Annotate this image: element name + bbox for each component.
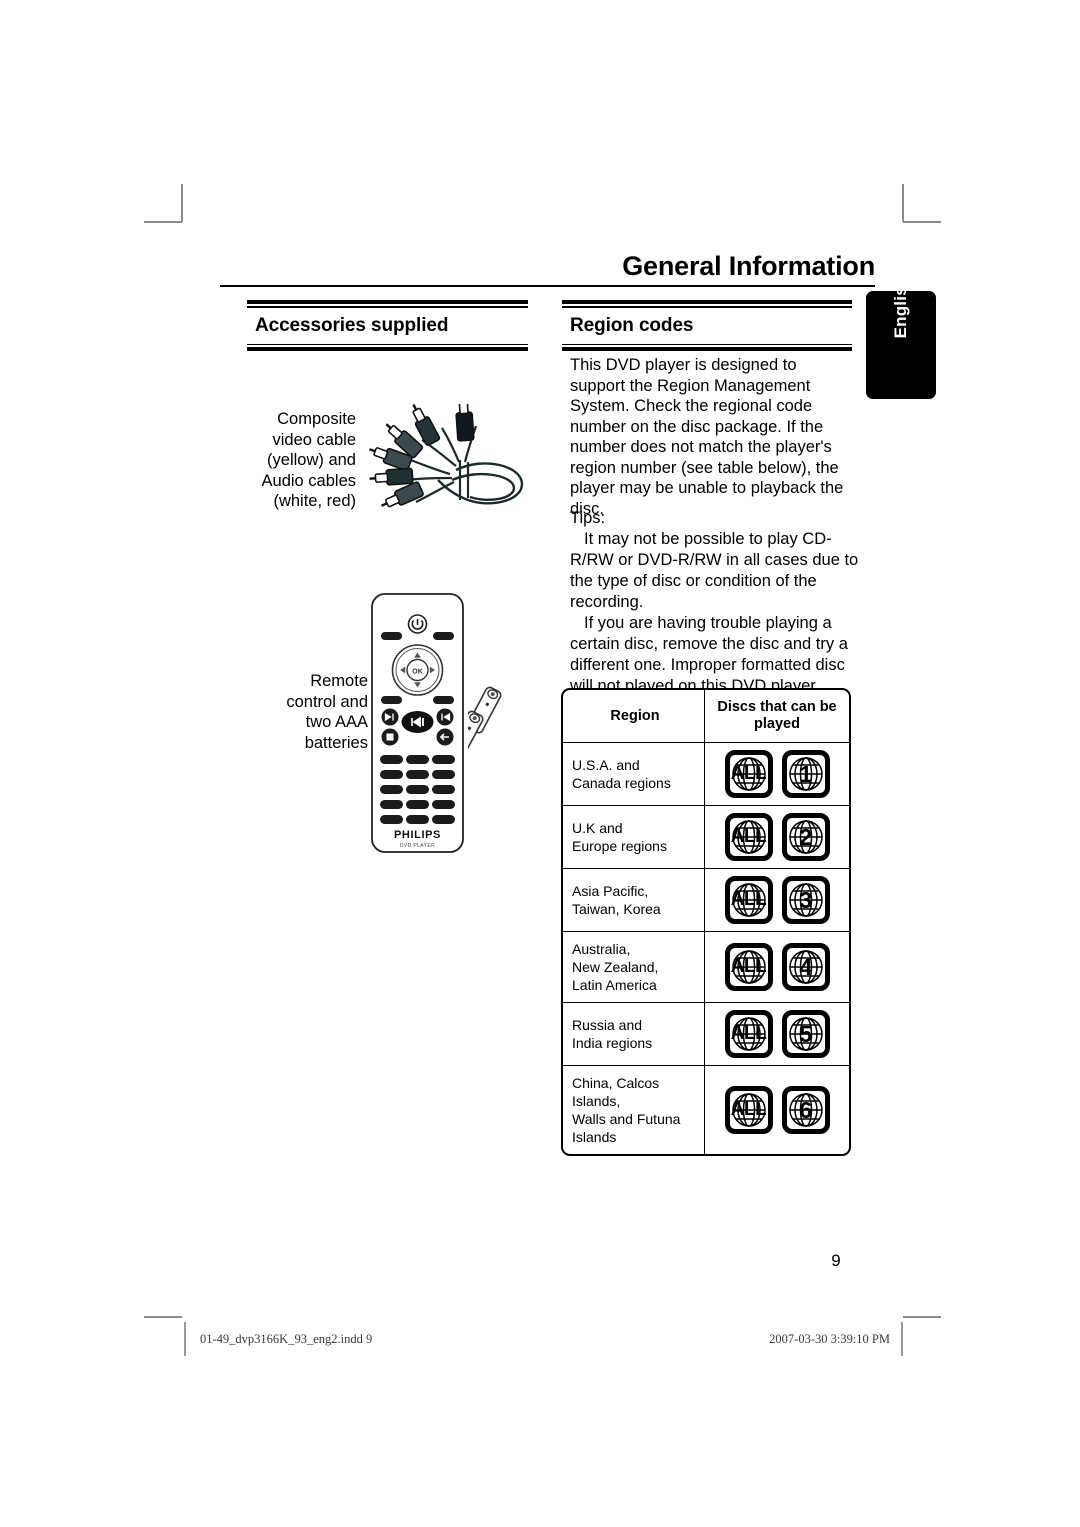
section-heading-region-codes: Region codes: [562, 300, 852, 351]
table-row: U.K and Europe regions ALL 2: [563, 805, 849, 868]
heading-rule-bottom-thick: [247, 347, 528, 351]
region-name: U.K and Europe regions: [572, 820, 667, 854]
region-name: U.S.A. and Canada regions: [572, 757, 671, 791]
region-disc-badges: ALL 6: [704, 1066, 849, 1154]
globe-label: 2: [799, 823, 812, 850]
globe-all-icon: ALL: [724, 750, 773, 798]
globe-all-icon: ALL: [724, 813, 773, 861]
region-disc-badges: ALL 5: [704, 1003, 849, 1065]
table-header-region: Region: [610, 707, 660, 724]
page-title-rule: [220, 285, 875, 287]
region-disc-badges: ALL 1: [704, 743, 849, 805]
globe-all-icon: ALL: [724, 1010, 773, 1058]
tips-block: Tips: It may not be possible to play CD-…: [570, 508, 870, 697]
tip-item: If you are having trouble playing a cert…: [570, 614, 848, 695]
globe-label: ALL: [730, 956, 767, 977]
globe-all-icon: ALL: [724, 1086, 773, 1134]
table-row: Russia and India regions ALL 5: [563, 1002, 849, 1065]
globe-number-icon: 6: [781, 1086, 830, 1134]
globe-label: ALL: [730, 1099, 767, 1120]
globe-number-icon: 3: [781, 876, 830, 924]
table-row: China, Calcos Islands, Walls and Futuna …: [563, 1065, 849, 1154]
table-row: Australia, New Zealand, Latin America AL…: [563, 931, 849, 1002]
accessory-caption-remote: Remote control and two AAA batteries: [286, 672, 368, 752]
aaa-batteries-icon: [449, 684, 532, 764]
globe-label: 1: [799, 760, 812, 787]
globe-label: 5: [799, 1020, 812, 1047]
footer-filename: 01-49_dvp3166K_93_eng2.indd 9: [200, 1332, 373, 1346]
globe-number-icon: 2: [781, 813, 830, 861]
region-disc-badges: ALL 2: [704, 806, 849, 868]
globe-all-icon: ALL: [724, 876, 773, 924]
globe-label: ALL: [730, 889, 767, 910]
page-number: 9: [831, 1251, 841, 1270]
globe-label: ALL: [730, 763, 767, 784]
crop-mark-bottom-right-horizontal: [903, 1316, 941, 1318]
region-name: China, Calcos Islands, Walls and Futuna …: [572, 1075, 681, 1145]
globe-label: 3: [799, 886, 812, 913]
region-codes-table: Region Discs that can be played U.S.A. a…: [561, 688, 851, 1156]
svg-text:DVD PLAYER: DVD PLAYER: [400, 843, 435, 849]
globe-label: ALL: [730, 1023, 767, 1044]
footer-rule-left: [184, 1322, 186, 1356]
footer-rule-right: [901, 1322, 903, 1356]
region-name: Asia Pacific, Taiwan, Korea: [572, 883, 661, 917]
globe-label: 6: [799, 1096, 812, 1123]
region-disc-badges: ALL 4: [704, 932, 849, 1002]
region-intro-paragraph: This DVD player is designed to support t…: [570, 356, 844, 518]
tips-label: Tips:: [570, 509, 606, 527]
crop-mark-top-right-horizontal: [903, 221, 941, 223]
page-title: General Information: [622, 251, 875, 281]
globe-all-icon: ALL: [724, 943, 773, 991]
accessory-caption-cable: Composite video cable (yellow) and Audio…: [261, 410, 356, 510]
tip-item: It may not be possible to play CD-R/RW o…: [570, 530, 859, 611]
table-header-discs: Discs that can be played: [704, 690, 849, 742]
crop-mark-top-right-vertical: [902, 184, 904, 222]
language-tab: English: [866, 276, 936, 399]
svg-text:PHILIPS: PHILIPS: [394, 829, 441, 841]
globe-number-icon: 4: [781, 943, 830, 991]
region-disc-badges: ALL 3: [704, 869, 849, 931]
table-row: U.S.A. and Canada regions ALL 1: [563, 742, 849, 805]
crop-mark-top-left-horizontal: [144, 221, 182, 223]
table-header-row: Region Discs that can be played: [563, 690, 849, 742]
region-name: Australia, New Zealand, Latin America: [572, 941, 659, 993]
svg-text:OK: OK: [412, 669, 423, 676]
globe-label: ALL: [730, 826, 767, 847]
language-tab-label: English: [891, 275, 910, 339]
table-row: Asia Pacific, Taiwan, Korea ALL 3: [563, 868, 849, 931]
accessories-heading-label: Accessories supplied: [255, 314, 449, 336]
globe-label: 4: [799, 953, 812, 980]
remote-control-icon: OK PHILIPS DVD PLAYER: [370, 592, 465, 854]
crop-mark-top-left-vertical: [181, 184, 183, 222]
composite-av-cable-icon: [364, 395, 534, 516]
footer-timestamp: 2007-03-30 3:39:10 PM: [769, 1332, 890, 1346]
globe-number-icon: 1: [781, 750, 830, 798]
region-heading-label: Region codes: [570, 314, 694, 336]
region-name: Russia and India regions: [572, 1017, 653, 1051]
crop-mark-bottom-left-horizontal: [144, 1316, 182, 1318]
section-heading-accessories: Accessories supplied: [247, 300, 528, 351]
heading-rule-bottom-thick: [562, 347, 852, 351]
globe-number-icon: 5: [781, 1010, 830, 1058]
